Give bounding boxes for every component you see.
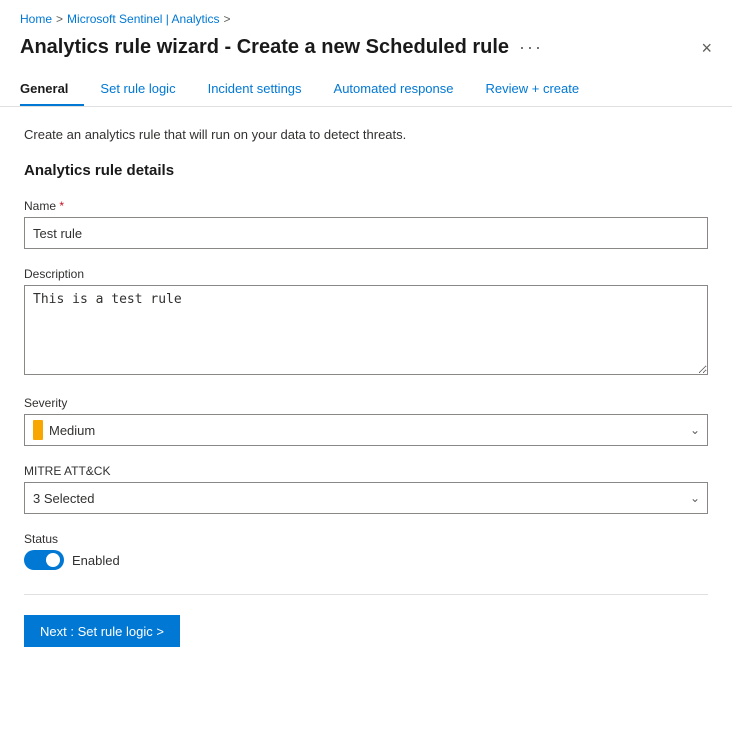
footer-divider: [24, 594, 708, 595]
tab-set-rule-logic[interactable]: Set rule logic: [84, 73, 191, 106]
mitre-field-group: MITRE ATT&CK 3 Selected ⌄: [24, 464, 708, 514]
description-field-group: Description This is a test rule: [24, 267, 708, 378]
tab-general[interactable]: General: [20, 73, 84, 106]
severity-value: Medium: [49, 423, 95, 438]
status-label: Status: [24, 532, 708, 546]
tab-review-create[interactable]: Review + create: [470, 73, 596, 106]
severity-indicator: [33, 420, 43, 440]
tab-automated-response[interactable]: Automated response: [318, 73, 470, 106]
status-field-group: Status Enabled: [24, 532, 708, 570]
name-required: *: [56, 199, 64, 213]
breadcrumb-sep2: >: [224, 12, 231, 26]
severity-select-wrapper: Medium ⌄: [24, 414, 708, 446]
more-options-icon[interactable]: ···: [519, 37, 543, 58]
tab-incident-settings[interactable]: Incident settings: [192, 73, 318, 106]
mitre-select[interactable]: 3 Selected: [24, 482, 708, 514]
toggle-label: Enabled: [72, 553, 120, 568]
mitre-label: MITRE ATT&CK: [24, 464, 708, 478]
next-button[interactable]: Next : Set rule logic >: [24, 615, 180, 647]
section-title: Analytics rule details: [24, 162, 708, 179]
name-field-group: Name *: [24, 199, 708, 249]
header: Analytics rule wizard - Create a new Sch…: [0, 30, 732, 73]
mitre-select-wrapper: 3 Selected ⌄: [24, 482, 708, 514]
name-input[interactable]: [24, 217, 708, 249]
status-toggle[interactable]: [24, 550, 64, 570]
name-label: Name *: [24, 199, 708, 213]
close-button[interactable]: ×: [701, 39, 712, 57]
breadcrumb-sep1: >: [56, 12, 63, 26]
description-textarea[interactable]: This is a test rule: [24, 285, 708, 375]
main-content: Create an analytics rule that will run o…: [0, 107, 732, 667]
breadcrumb-home[interactable]: Home: [20, 12, 52, 26]
intro-text: Create an analytics rule that will run o…: [24, 127, 708, 142]
severity-select[interactable]: Medium: [24, 414, 708, 446]
breadcrumb: Home > Microsoft Sentinel | Analytics >: [0, 0, 732, 30]
tabs-bar: General Set rule logic Incident settings…: [0, 73, 732, 107]
description-label: Description: [24, 267, 708, 281]
toggle-thumb: [46, 553, 60, 567]
mitre-value: 3 Selected: [33, 491, 94, 506]
status-toggle-row: Enabled: [24, 550, 708, 570]
severity-field-group: Severity Medium ⌄: [24, 396, 708, 446]
breadcrumb-sentinel[interactable]: Microsoft Sentinel | Analytics: [67, 12, 220, 26]
severity-label: Severity: [24, 396, 708, 410]
page-title: Analytics rule wizard - Create a new Sch…: [20, 36, 509, 59]
